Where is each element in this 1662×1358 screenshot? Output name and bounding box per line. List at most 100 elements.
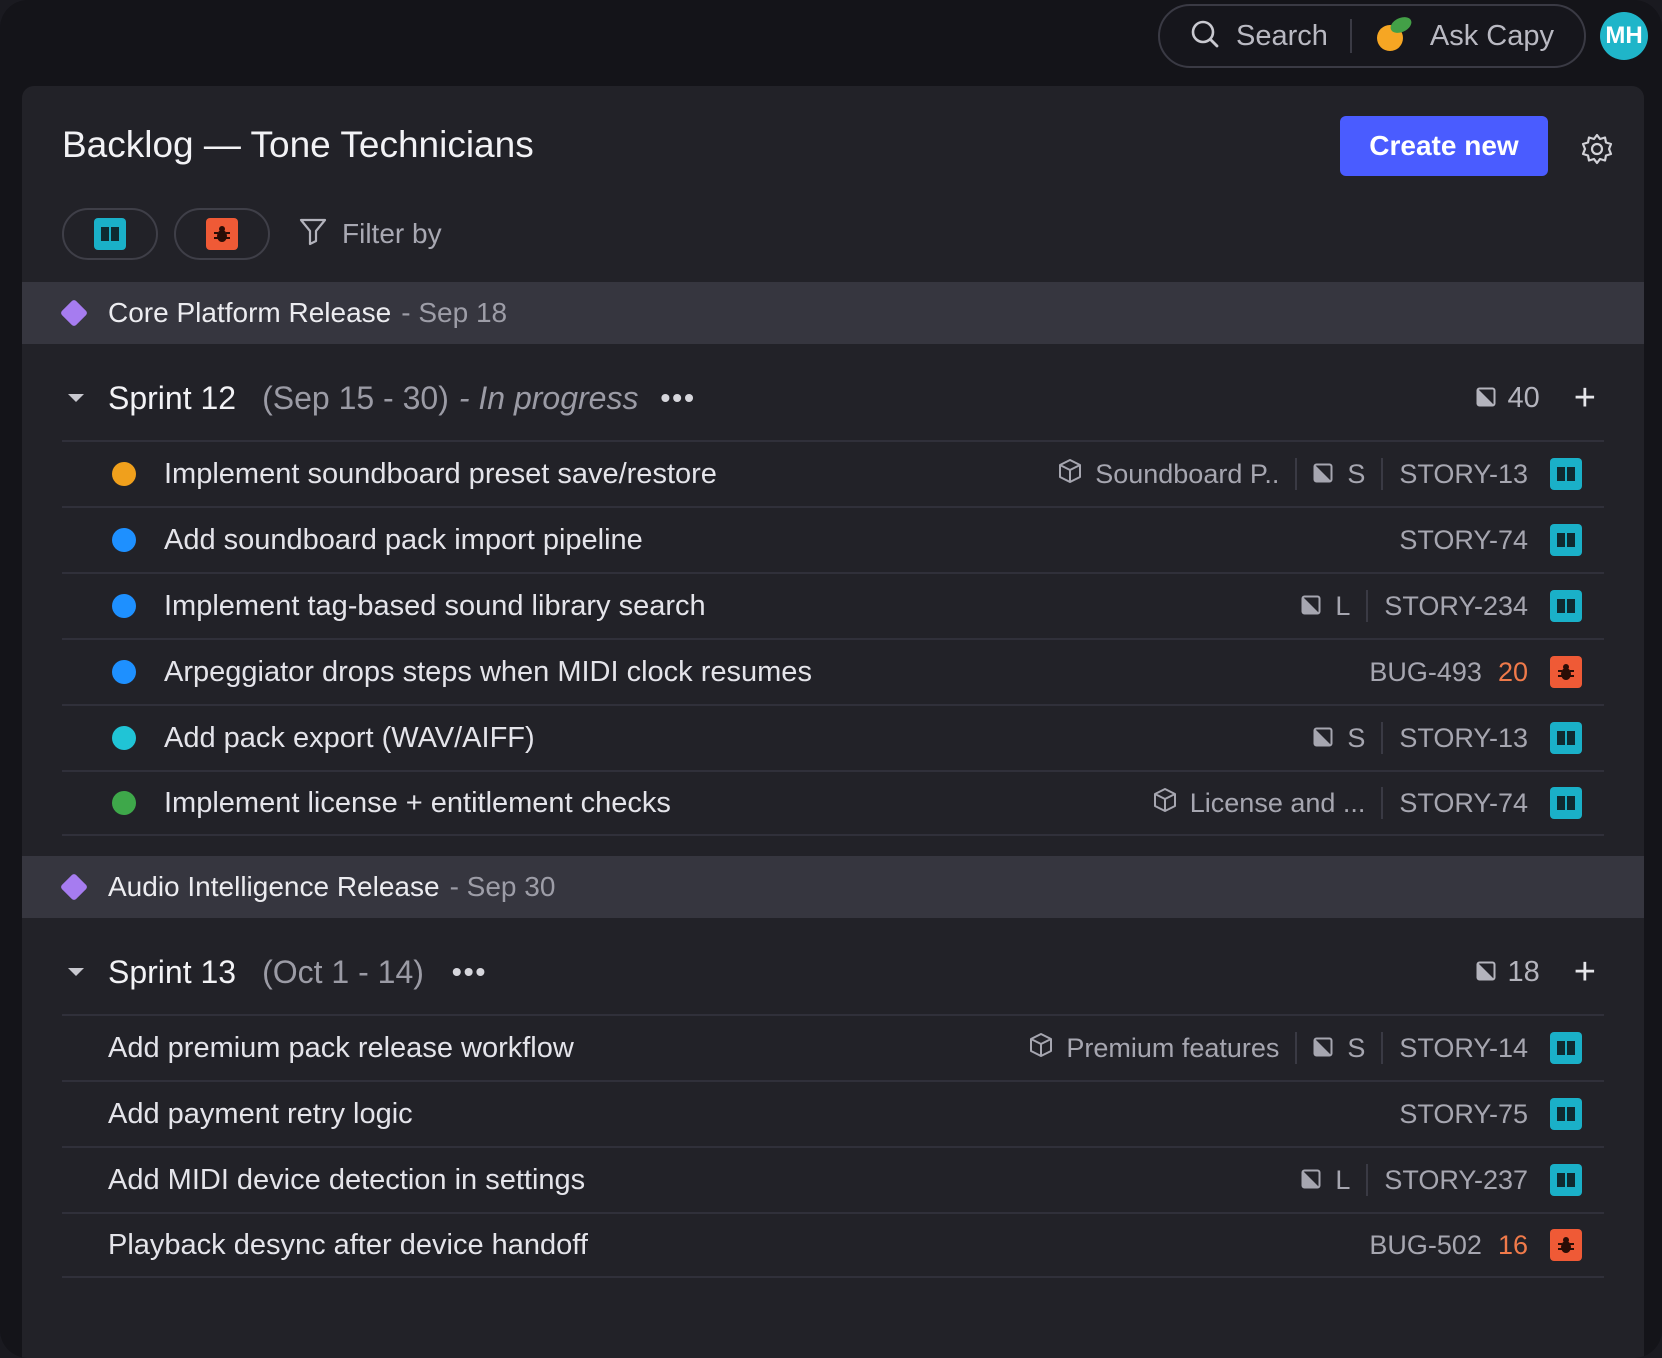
- epic-label: Premium features: [1066, 1032, 1280, 1063]
- issue-key[interactable]: STORY-234: [1384, 591, 1528, 622]
- estimate-size: S: [1347, 458, 1366, 489]
- sprint-header: Sprint 13 (Oct 1 - 14) ••• 18 +: [62, 940, 1604, 1004]
- story-icon: [1550, 722, 1582, 754]
- status-dot: [112, 791, 136, 815]
- list-item[interactable]: Add pack export (WAV/AIFF) S STORY-13: [62, 704, 1604, 770]
- filter-bug-chip[interactable]: [174, 208, 270, 260]
- list-item[interactable]: Playback desync after device handoff BUG…: [62, 1212, 1604, 1278]
- cube-icon: [1152, 787, 1178, 820]
- issue-key[interactable]: STORY-74: [1399, 788, 1528, 819]
- item-title: Add soundboard pack import pipeline: [164, 523, 643, 556]
- create-new-button[interactable]: Create new: [1340, 116, 1548, 176]
- issue-key[interactable]: STORY-75: [1399, 1099, 1528, 1130]
- divider: [1349, 19, 1352, 53]
- issue-key[interactable]: STORY-74: [1399, 525, 1528, 556]
- bug-icon: [1550, 1229, 1582, 1261]
- divider: [1381, 458, 1384, 490]
- issue-key[interactable]: BUG-502: [1364, 1230, 1482, 1261]
- collapse-caret-icon[interactable]: [68, 968, 84, 976]
- sprint-points-value: 18: [1507, 955, 1540, 988]
- epic-tag[interactable]: Premium features: [1028, 1032, 1295, 1065]
- status-dot: [112, 660, 136, 684]
- add-item-button[interactable]: +: [1574, 953, 1596, 991]
- release-date: - Sep 30: [449, 871, 556, 902]
- filter-by-label: Filter by: [342, 218, 442, 249]
- list-item[interactable]: Add payment retry logic STORY-75: [62, 1080, 1604, 1146]
- epic-tag[interactable]: Soundboard P..: [1057, 458, 1295, 491]
- sprint-items: Add premium pack release workflow Premiu…: [62, 1014, 1604, 1278]
- divider: [1295, 458, 1298, 490]
- page-title: Backlog — Tone Technicians: [62, 124, 534, 165]
- backlog-panel: Backlog — Tone Technicians Create new Fi…: [22, 86, 1644, 1358]
- list-item[interactable]: Implement soundboard preset save/restore…: [62, 440, 1604, 506]
- more-options-icon[interactable]: •••: [452, 956, 487, 988]
- estimate[interactable]: S: [1313, 723, 1381, 754]
- item-title: Add premium pack release workflow: [108, 1031, 574, 1064]
- estimate-icon: [1301, 591, 1321, 622]
- collapse-caret-icon[interactable]: [68, 394, 84, 402]
- avatar[interactable]: MH: [1600, 12, 1648, 60]
- issue-key[interactable]: STORY-13: [1399, 459, 1528, 490]
- item-title: Add MIDI device detection in settings: [108, 1163, 586, 1196]
- item-title: Implement license + entitlement checks: [164, 786, 671, 819]
- divider: [1381, 722, 1384, 754]
- funnel-icon: [298, 216, 328, 253]
- release-header[interactable]: Core Platform Release - Sep 18: [22, 282, 1644, 344]
- estimate[interactable]: L: [1301, 591, 1366, 622]
- add-item-button[interactable]: +: [1574, 379, 1596, 417]
- issue-key[interactable]: STORY-13: [1399, 723, 1528, 754]
- release-name: Core Platform Release: [108, 297, 392, 328]
- divider: [1366, 590, 1369, 622]
- estimate-size: S: [1347, 722, 1366, 753]
- epic-label: Soundboard P..: [1095, 458, 1280, 489]
- sprint-points: 40 +: [1476, 379, 1604, 417]
- filter-bar: Filter by: [62, 208, 442, 260]
- capy-logo-icon: [1374, 14, 1414, 59]
- item-title: Add payment retry logic: [108, 1097, 413, 1130]
- issue-key[interactable]: STORY-14: [1399, 1033, 1528, 1064]
- release-diamond-icon: [59, 298, 89, 328]
- estimate-size: L: [1335, 590, 1351, 621]
- item-title: Arpeggiator drops steps when MIDI clock …: [164, 655, 812, 688]
- search-ask-pill: Search Ask Capy: [1158, 4, 1586, 68]
- epic-tag[interactable]: License and ...: [1152, 787, 1382, 820]
- list-item[interactable]: Implement license + entitlement checks L…: [62, 770, 1604, 836]
- list-item[interactable]: Arpeggiator drops steps when MIDI clock …: [62, 638, 1604, 704]
- status-dot: [112, 594, 136, 618]
- release-header[interactable]: Audio Intelligence Release - Sep 30: [22, 856, 1644, 918]
- estimate[interactable]: S: [1313, 1033, 1381, 1064]
- estimate-icon: [1313, 1033, 1333, 1064]
- release-name: Audio Intelligence Release: [108, 871, 440, 902]
- sprint-dates: (Sep 15 - 30): [262, 379, 449, 416]
- issue-key[interactable]: STORY-237: [1384, 1165, 1528, 1196]
- divider: [1381, 787, 1384, 819]
- divider: [1381, 1032, 1384, 1064]
- bug-icon: [206, 218, 238, 250]
- item-title: Playback desync after device handoff: [108, 1228, 588, 1261]
- list-item[interactable]: Implement tag-based sound library search…: [62, 572, 1604, 638]
- sprint-points-value: 40: [1507, 381, 1540, 414]
- list-item[interactable]: Add soundboard pack import pipeline STOR…: [62, 506, 1604, 572]
- estimate-size: L: [1335, 1164, 1351, 1195]
- estimate[interactable]: L: [1301, 1165, 1366, 1196]
- search-button[interactable]: Search: [1236, 20, 1328, 53]
- search-icon[interactable]: [1190, 19, 1220, 54]
- status-dot: [112, 726, 136, 750]
- gear-icon[interactable]: [1580, 132, 1614, 166]
- estimate-icon: [1313, 459, 1333, 490]
- sprint-name: Sprint 13: [108, 953, 237, 990]
- story-icon: [1550, 1098, 1582, 1130]
- more-options-icon[interactable]: •••: [660, 382, 695, 414]
- list-item[interactable]: Add MIDI device detection in settings L …: [62, 1146, 1604, 1212]
- item-title: Implement tag-based sound library search: [164, 589, 706, 622]
- estimate[interactable]: S: [1313, 459, 1381, 490]
- filter-story-chip[interactable]: [62, 208, 158, 260]
- story-icon: [1550, 1032, 1582, 1064]
- epic-label: License and ...: [1189, 787, 1366, 818]
- priority-score: 20: [1497, 656, 1528, 687]
- list-item[interactable]: Add premium pack release workflow Premiu…: [62, 1014, 1604, 1080]
- sprint-header: Sprint 12 (Sep 15 - 30) - In progress ••…: [62, 366, 1604, 430]
- filter-by-button[interactable]: Filter by: [298, 216, 442, 253]
- issue-key[interactable]: BUG-493: [1364, 657, 1482, 688]
- ask-capy-button[interactable]: Ask Capy: [1430, 20, 1554, 53]
